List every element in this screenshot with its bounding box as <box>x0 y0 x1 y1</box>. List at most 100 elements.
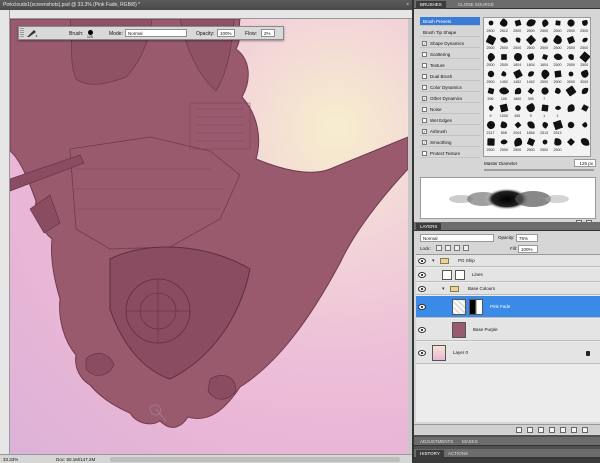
visibility-eye-icon[interactable] <box>418 350 426 356</box>
brush-preset[interactable] <box>564 120 577 135</box>
brush-preset[interactable]: 1452 <box>497 69 510 84</box>
brush-preset[interactable]: 395 <box>524 86 537 101</box>
brush-preset[interactable] <box>564 85 577 101</box>
brush-preset[interactable]: 9 <box>524 102 537 118</box>
brush-preset[interactable]: 2513 <box>551 119 564 135</box>
brush-tool-icon[interactable] <box>26 29 38 38</box>
brush-preset[interactable] <box>564 137 577 152</box>
options-grip[interactable] <box>20 28 24 38</box>
brush-preset[interactable]: 2500 <box>551 69 564 84</box>
brush-preset[interactable]: 2500 <box>578 51 590 67</box>
layer-row[interactable]: Lines <box>416 268 600 282</box>
visibility-eye-icon[interactable] <box>418 272 426 278</box>
layer-row[interactable]: ▾ PG Ship <box>416 255 600 267</box>
brush-preset[interactable]: 2513 <box>538 120 551 135</box>
brush-preset[interactable] <box>564 103 577 118</box>
brush-preset[interactable]: 2500 <box>497 137 510 152</box>
flow-field[interactable]: 2% <box>261 29 275 37</box>
visibility-eye-icon[interactable] <box>418 304 426 310</box>
checkbox[interactable] <box>422 74 427 79</box>
brush-preset[interactable]: 2500 <box>511 35 524 50</box>
brush-preset[interactable]: 1 <box>538 103 551 118</box>
brush-preset[interactable]: 3000 <box>578 69 590 84</box>
brush-preset[interactable]: 2500 <box>551 34 564 50</box>
brush-setting-item[interactable]: Dual Brush <box>420 72 480 81</box>
brush-preset[interactable] <box>578 137 590 152</box>
brush-preset[interactable]: 2500 <box>538 68 551 84</box>
layer-mask-thumbnail[interactable] <box>455 270 465 280</box>
visibility-eye-icon[interactable] <box>418 258 426 264</box>
brush-setting-item[interactable]: Scattering <box>420 50 480 59</box>
master-diameter-field[interactable]: 125 px <box>574 159 596 167</box>
layer-thumbnail[interactable] <box>432 345 446 361</box>
brush-preset[interactable]: 2500 <box>484 34 497 50</box>
brush-preset[interactable]: 1452 <box>511 69 524 84</box>
brush-preset[interactable]: 2500 <box>511 137 524 152</box>
tab-history[interactable]: HISTORY <box>416 450 444 458</box>
opacity-field[interactable]: 100% <box>217 29 235 37</box>
brush-preset[interactable]: 2500 <box>524 34 537 50</box>
brush-preset[interactable]: 2512 <box>497 18 510 33</box>
brush-preset[interactable]: 2500 <box>564 52 577 67</box>
lock-image-icon[interactable] <box>445 245 451 251</box>
layer-thumbnail[interactable] <box>442 270 452 280</box>
brush-preset[interactable]: 2500 <box>484 137 497 152</box>
new-layer-icon[interactable] <box>571 427 577 433</box>
fill-field[interactable]: 100% <box>518 245 538 253</box>
tab-clone-source[interactable]: CLONE SOURCE <box>454 1 498 9</box>
doc-size-info[interactable]: Doc: 50.1M/147.2M <box>56 455 95 463</box>
brush-preset[interactable]: 2500 <box>564 35 577 50</box>
brush-preset[interactable]: 2500 <box>538 18 551 33</box>
checkbox[interactable] <box>422 52 427 57</box>
brush-preset[interactable]: 2500 <box>538 137 551 152</box>
layer-row[interactable]: Base Purple <box>416 319 600 341</box>
brush-preset[interactable]: 2317 <box>484 119 497 135</box>
layer-opacity-field[interactable]: 75% <box>516 234 538 242</box>
brush-preset[interactable]: 1860 <box>511 86 524 101</box>
brush-preset[interactable]: 2500 <box>551 52 564 67</box>
mode-select[interactable]: Normal <box>125 29 187 37</box>
tab-adjustments[interactable]: ADJUSTMENTS <box>416 438 457 446</box>
checkbox[interactable] <box>422 85 427 90</box>
brush-preset[interactable] <box>578 86 590 101</box>
checkbox[interactable]: ✓ <box>422 41 427 46</box>
lock-position-icon[interactable] <box>454 245 460 251</box>
brush-preset[interactable]: 1664 <box>524 120 537 135</box>
brush-preset[interactable]: 2500 <box>551 137 564 152</box>
brush-setting-item[interactable]: Brush Tip Shape <box>420 28 480 37</box>
canvas[interactable] <box>10 19 408 454</box>
layer-style-icon[interactable] <box>527 427 533 433</box>
lock-all-icon[interactable] <box>463 245 469 251</box>
layer-row[interactable]: Layer 0 <box>416 342 600 364</box>
brush-setting-item[interactable]: Protect Texture <box>420 149 480 158</box>
tab-actions[interactable]: ACTIONS <box>444 450 472 458</box>
checkbox[interactable]: ✓ <box>422 140 427 145</box>
master-diameter-slider[interactable] <box>484 169 594 171</box>
visibility-eye-icon[interactable] <box>418 286 426 292</box>
brush-preset[interactable]: 1604 <box>538 52 551 67</box>
tab-brushes[interactable]: BRUSHES <box>416 1 446 9</box>
brush-preset[interactable]: 100 <box>497 85 511 101</box>
brush-preset[interactable]: 1452 <box>524 69 537 84</box>
new-group-icon[interactable] <box>560 427 566 433</box>
brush-preset[interactable]: 1804 <box>511 51 524 67</box>
document-tab[interactable]: Pinkclouds1(screenshots).psd @ 33.3% (Pi… <box>0 0 412 10</box>
layer-mask-thumbnail[interactable] <box>469 299 483 315</box>
brush-preset[interactable] <box>578 103 590 118</box>
brush-preset[interactable]: 2500 <box>578 35 590 50</box>
brush-preset[interactable] <box>578 120 590 135</box>
zoom-level[interactable]: 33.33% <box>3 455 18 463</box>
brush-setting-item[interactable]: Brush Presets <box>420 17 480 26</box>
brush-preset[interactable]: 806 <box>497 120 510 135</box>
layer-row[interactable]: Pink Fade <box>416 296 600 318</box>
brush-preset[interactable] <box>551 86 564 101</box>
expand-toggle-icon[interactable]: ▾ <box>432 258 435 264</box>
brush-setting-item[interactable]: ✓ Other Dynamics <box>420 94 480 103</box>
brush-setting-item[interactable]: ✓ Smoothing <box>420 138 480 147</box>
brush-setting-item[interactable]: Texture <box>420 61 480 70</box>
blend-mode-select[interactable]: Normal <box>420 234 494 242</box>
brush-preset[interactable]: 2500 <box>484 51 497 67</box>
brush-preset[interactable]: 2500 <box>538 35 551 50</box>
brush-preset[interactable]: 2004 <box>511 120 524 135</box>
brush-preset[interactable]: 2500 <box>484 69 497 84</box>
